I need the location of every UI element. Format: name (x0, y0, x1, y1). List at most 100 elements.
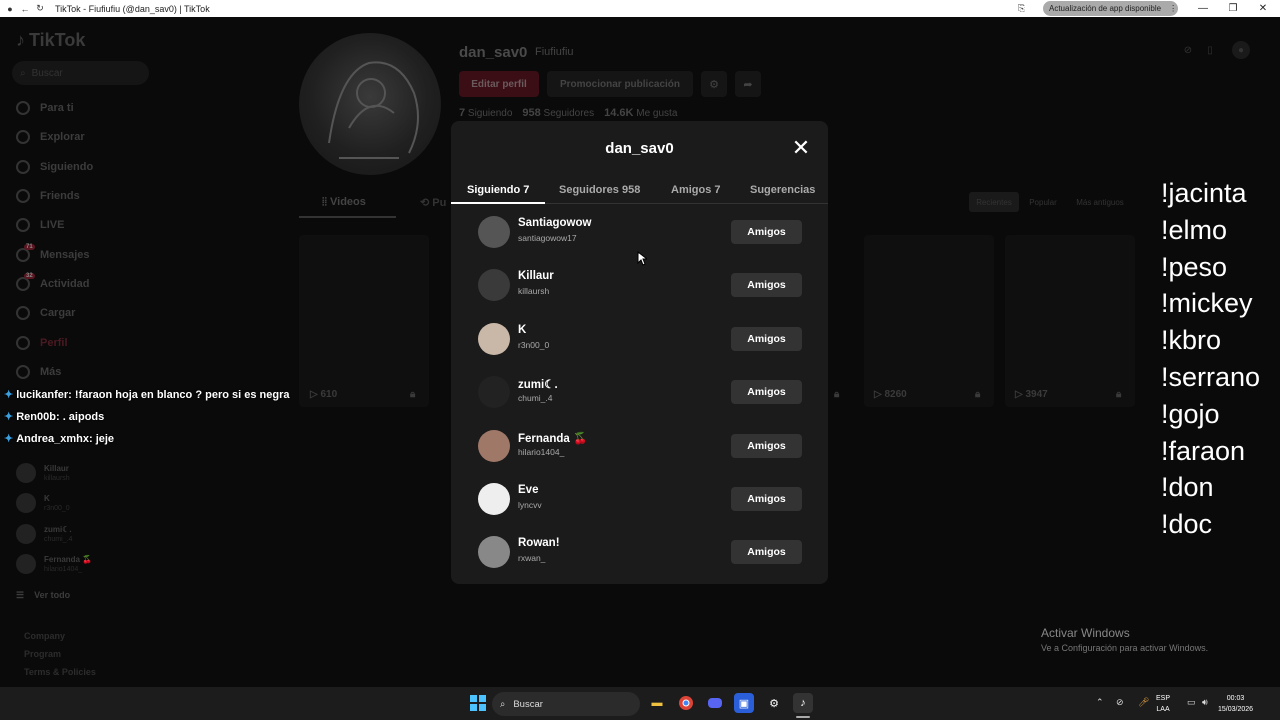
sort-popular[interactable]: Popular (1022, 192, 1064, 212)
avatar[interactable] (478, 322, 510, 355)
sidebar-item-2[interactable]: Siguiendo (16, 157, 93, 177)
user-avatar-icon[interactable]: ● (1232, 41, 1250, 59)
promote-post-button[interactable]: Promocionar publicación (547, 71, 693, 97)
row-username: hilario1404_ (518, 446, 565, 457)
following-row[interactable]: Fernanda 🍒 hilario1404_ Amigos (478, 426, 808, 466)
sidebar-following-item[interactable]: Fernanda 🍒 hilario1404_ (16, 552, 92, 576)
friends-button[interactable]: Amigos (731, 273, 802, 298)
avatar[interactable] (478, 216, 510, 248)
row-name[interactable]: K (518, 324, 526, 336)
following-row[interactable]: Killaur killaursh Amigos (478, 265, 808, 305)
edit-profile-button[interactable]: Editar perfil (459, 71, 539, 97)
sidebar-following-item[interactable]: Kr3n00_0 (16, 491, 70, 515)
tab-reposts[interactable]: ⟲ Pu (420, 196, 446, 209)
footer-program-link[interactable]: Program (24, 649, 61, 659)
following-row[interactable]: Eve lyncvv Amigos (478, 479, 808, 519)
row-name[interactable]: Killaur (518, 270, 554, 282)
display-icon[interactable]: ▭ (1187, 697, 1196, 708)
footer-terms-link[interactable]: Terms & Policies (24, 667, 96, 677)
row-name[interactable]: Santiagowow (518, 217, 591, 229)
sidebar-item-8[interactable]: Perfil (16, 333, 68, 353)
tab-followers[interactable]: Seguidores 958 (559, 184, 640, 196)
windows-start-icon[interactable] (468, 693, 488, 713)
back-icon[interactable]: ← (20, 4, 30, 14)
file-explorer-icon[interactable]: ▬ (647, 693, 667, 713)
sort-recent[interactable]: Recientes (969, 192, 1019, 212)
avatar[interactable] (478, 376, 510, 409)
row-name[interactable]: Fernanda 🍒 (518, 431, 587, 445)
close-icon[interactable]: ✕ (791, 137, 811, 159)
sidebar-item-4[interactable]: LIVE (16, 215, 64, 235)
friends-button[interactable]: Amigos (731, 220, 802, 244)
row-name[interactable]: zumi☾. (518, 377, 558, 391)
translate-icon[interactable]: ⎘ (1018, 3, 1025, 14)
following-row[interactable]: Rowan! rxwan_ Amigos (478, 532, 808, 572)
chat-user: Ren00b: (16, 411, 60, 423)
sidebar-item-5[interactable]: 71 Mensajes (16, 244, 90, 265)
see-all-link[interactable]: ☰ Ver todo (16, 585, 70, 605)
avatar[interactable] (478, 536, 510, 569)
avatar[interactable] (478, 483, 510, 515)
upload-icon (16, 306, 30, 320)
avatar[interactable] (478, 269, 510, 302)
avatar[interactable] (478, 429, 510, 462)
language-indicator[interactable]: ESP LAA (1156, 693, 1170, 715)
row-name[interactable]: Rowan! (518, 537, 560, 549)
discord-icon[interactable] (705, 693, 725, 713)
row-username: killaursh (518, 286, 550, 297)
row-name[interactable]: Eve (518, 484, 538, 496)
following-row[interactable]: zumi☾. chumi_.4 Amigos (478, 372, 808, 412)
share-icon[interactable]: ➦ (735, 71, 761, 97)
profile-avatar[interactable] (299, 33, 441, 175)
microphone-icon[interactable]: 🎤︎ (1138, 697, 1149, 708)
sort-oldest[interactable]: Más antiguos (1066, 192, 1134, 212)
close-window-button[interactable]: ✕ (1248, 0, 1278, 17)
video-card[interactable] (1005, 235, 1135, 407)
following-row[interactable]: Kr3n00_0 Amigos (478, 319, 808, 359)
kebab-icon[interactable]: ⋮ (1169, 4, 1177, 13)
sidebar-item-7[interactable]: Cargar (16, 303, 75, 323)
tab-friends[interactable]: Amigos 7 (671, 184, 721, 196)
sidebar-following-item[interactable]: zumi☾. chumi_.4 (16, 522, 72, 546)
friends-button[interactable]: Amigos (731, 487, 802, 511)
sidebar-item-0[interactable]: Para ti (16, 98, 74, 118)
active-app-indicator (796, 716, 810, 718)
sidebar-item-6[interactable]: 32 Actividad (16, 273, 90, 294)
video-views: ▷ 3947 (1015, 389, 1048, 400)
minimize-button[interactable]: — (1188, 0, 1218, 17)
video-card[interactable] (299, 235, 429, 407)
friends-button[interactable]: Amigos (731, 540, 802, 565)
friends-button[interactable]: Amigos (731, 433, 802, 458)
volume-icon[interactable]: 🔊︎ (1202, 697, 1208, 708)
sidebar-item-1[interactable]: Explorar (16, 127, 85, 147)
settings-app-icon[interactable]: ⚙ (764, 693, 784, 713)
following-count[interactable]: 7 (459, 107, 465, 119)
following-row[interactable]: Santiagowow santiagowow17 Amigos (478, 212, 808, 252)
tab-suggestions[interactable]: Sugerencias (750, 184, 815, 196)
chrome-icon[interactable] (676, 693, 696, 713)
sidebar-item-3[interactable]: Friends (16, 186, 80, 206)
network-off-icon[interactable]: ⊘ (1116, 697, 1124, 708)
friends-button[interactable]: Amigos (731, 380, 802, 405)
device-icon[interactable]: ▯ (1201, 41, 1219, 59)
clock[interactable]: 00:03 15/03/2026 (1218, 693, 1253, 715)
reload-icon[interactable]: ↻ (35, 3, 45, 14)
friends-button[interactable]: Amigos (731, 326, 802, 351)
settings-gear-icon[interactable]: ⚙ (701, 71, 727, 97)
app-icon[interactable]: ▣ (734, 693, 754, 713)
search-input[interactable]: ⌕ Buscar (12, 61, 149, 85)
footer-company-link[interactable]: Company (24, 631, 65, 641)
tab-following[interactable]: Siguiendo 7 (467, 184, 529, 196)
tiktok-taskbar-icon[interactable]: ♪ (793, 693, 813, 713)
tiktok-logo[interactable]: ♪ TikTok (16, 30, 85, 51)
tray-chevron-icon[interactable]: ⌃ (1096, 697, 1104, 708)
update-available-pill[interactable]: Actualización de app disponible ⋮ (1043, 1, 1178, 16)
followers-count[interactable]: 958 (522, 107, 540, 119)
sidebar-item-9[interactable]: Más (16, 362, 61, 382)
video-card[interactable] (864, 235, 994, 407)
upload-top-icon[interactable]: ⊘ (1179, 41, 1197, 59)
maximize-button[interactable]: ❐ (1218, 0, 1248, 17)
taskbar-search[interactable]: ⌕ Buscar (492, 692, 640, 716)
tab-videos[interactable]: ⦙⦙ Videos (322, 196, 366, 209)
sidebar-following-item[interactable]: Killaur killaursh (16, 461, 70, 485)
